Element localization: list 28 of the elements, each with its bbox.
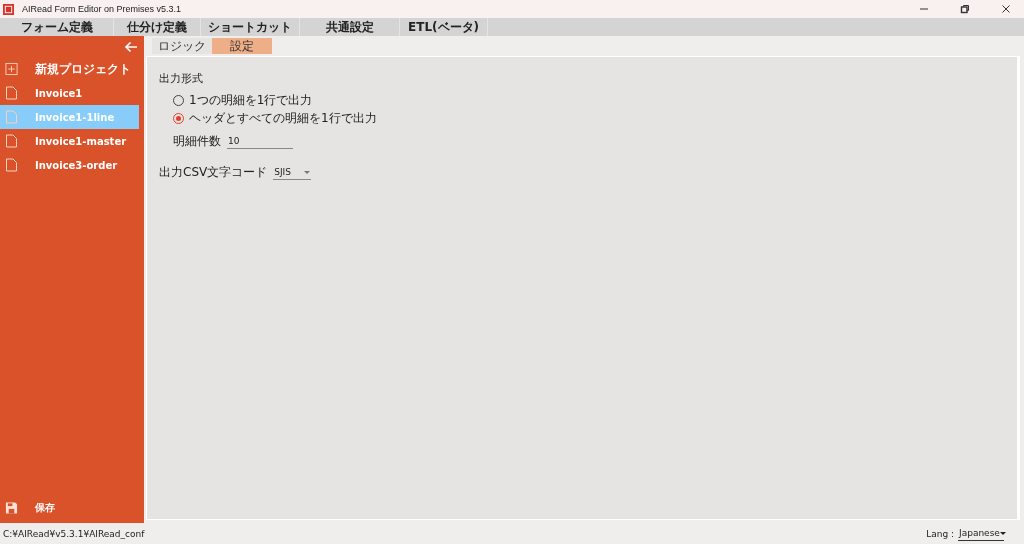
field-label: 明細件数 [173,133,221,150]
back-arrow-icon[interactable] [124,40,138,53]
language-dropdown[interactable]: Japanese [958,526,1004,541]
radio-label[interactable]: ヘッダとすべての明細を1行で出力 [189,109,377,127]
save-icon[interactable] [5,501,18,515]
close-icon[interactable] [1001,4,1011,14]
save-button[interactable]: 保存 [35,501,55,515]
section-label: 出力形式 [159,71,203,86]
project-item[interactable]: Invoice1 [0,81,144,105]
input-field[interactable]: 10 [227,134,293,149]
project-item[interactable]: Invoice1-master [0,129,144,153]
app-logo-icon [3,3,14,15]
window-title: AIRead Form Editor on Premises v5.3.1 [22,4,182,14]
sub-tab[interactable]: 設定 [212,38,272,54]
document-icon [5,158,18,172]
radio-label[interactable]: 1つの明細を1行で出力 [189,91,313,109]
path-text: C:¥AIRead¥v5.3.1¥AIRead_conf [3,528,145,539]
document-icon [5,110,18,124]
document-icon [5,134,18,148]
new-project-link[interactable]: 新規プロジェクト [35,60,131,78]
field-label: 出力CSV文字コード [159,164,268,181]
restore-icon[interactable] [960,4,970,14]
sub-tab[interactable]: ロジック [152,38,212,54]
add-icon[interactable] [5,62,18,76]
lang-label: Lang : [926,528,954,539]
encoding-dropdown[interactable]: SJIS [273,165,312,180]
project-item[interactable]: Invoice3-order [0,153,144,177]
document-icon [5,86,18,100]
